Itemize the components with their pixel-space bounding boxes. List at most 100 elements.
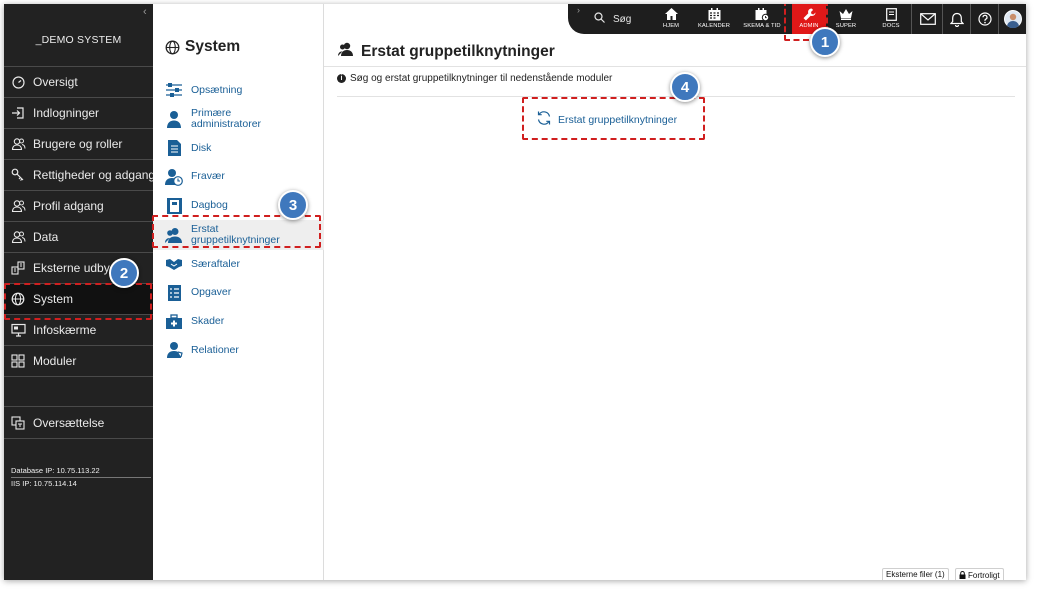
subnav-item-label: Skader: [191, 315, 225, 327]
sidebar-item-label: Data: [33, 230, 59, 244]
subnav-item-fravaer[interactable]: Fravær: [153, 162, 324, 191]
subnav-item-saeraftaler[interactable]: Særaftaler: [153, 250, 324, 278]
sidebar-item-label: Indlogninger: [33, 106, 100, 120]
help-icon[interactable]: [977, 11, 993, 27]
title-divider: [324, 66, 1026, 67]
dashboard-icon: [10, 75, 26, 89]
users-icon: [10, 137, 26, 151]
absence-icon: [165, 168, 183, 186]
topbar-divider: [970, 4, 971, 34]
subnav-item-label: Særaftaler: [191, 257, 241, 270]
topbar-divider: [942, 4, 943, 34]
topbar-divider: [998, 4, 999, 34]
info-text: Søg og erstat gruppetilknytninger til ne…: [350, 73, 613, 84]
sidebar-item-rettigheder-og-adgang[interactable]: Rettigheder og adgang: [4, 159, 153, 190]
sidebar-item-label: Brugere og roller: [33, 137, 123, 151]
confidential-button[interactable]: Fortroligt: [955, 568, 1004, 580]
modules-icon: [10, 354, 26, 368]
step-badge-4: 4: [670, 72, 700, 102]
subnav-item-label: Fravær: [191, 170, 225, 182]
sidebar-item-label: Infoskærme: [33, 323, 97, 337]
login-icon: [10, 106, 26, 120]
subnav-title: System: [165, 38, 240, 56]
confidential-label: Fortroligt: [968, 570, 1000, 580]
sidebar-item-label: Oversigt: [33, 75, 78, 89]
sidebar-item-label: Moduler: [33, 354, 77, 368]
sidebar-item-indlogninger[interactable]: Indlogninger: [4, 97, 153, 128]
nav-button-label: SUPER: [835, 23, 857, 29]
subnav-item-skader[interactable]: Skader: [153, 307, 324, 336]
subnav-item-relationer[interactable]: Relationer: [153, 336, 324, 364]
external-files-label: Eksterne filer (1): [886, 570, 945, 579]
sidebar-item-label: Oversættelse: [33, 415, 105, 430]
app-window: ‹ _DEMO SYSTEM Oversigt Indlogninger Bru…: [4, 4, 1026, 580]
nav-button-label: HJEM: [662, 23, 680, 29]
server-info: Database IP: 10.75.113.22 IIS IP: 10.75.…: [11, 466, 151, 489]
search-button[interactable]: Søg: [594, 12, 631, 26]
handshake-icon: [165, 255, 183, 273]
info-message: i Søg og erstat gruppetilknytninger til …: [337, 73, 612, 84]
sidebar-nav: Oversigt Indlogninger Brugere og roller …: [4, 66, 153, 439]
subnav-title-text: System: [185, 38, 241, 55]
avatar[interactable]: [1004, 10, 1022, 28]
docs-icon: [885, 7, 897, 21]
nav-button-label: KALENDER: [697, 23, 731, 29]
lock-icon: [959, 571, 966, 579]
subnav-item-label: Opgaver: [191, 286, 232, 298]
subnav-item-disk[interactable]: Disk: [153, 134, 324, 162]
sidebar-item-oversigt[interactable]: Oversigt: [4, 66, 153, 97]
nav-button-docs[interactable]: DOCS: [877, 6, 905, 34]
info-icon: i: [337, 74, 346, 83]
document-icon: [165, 139, 183, 157]
calendar-icon: [708, 7, 721, 21]
step-badge-1: 1: [810, 27, 840, 57]
nav-button-label: DOCS: [882, 23, 900, 29]
data-users-icon: [10, 230, 26, 244]
nav-button-super[interactable]: SUPER: [832, 6, 860, 34]
sidebar-item-brugere-og-roller[interactable]: Brugere og roller: [4, 128, 153, 159]
key-icon: [10, 168, 26, 182]
tasks-icon: [165, 284, 183, 302]
subnav-item-label: Relationer: [191, 343, 239, 356]
subnav-item-label: Primære administratorer: [191, 107, 262, 130]
external-files-button[interactable]: Eksterne filer (1): [882, 568, 949, 580]
sidebar-spacer: [4, 376, 153, 406]
step-badge-2: 2: [109, 258, 139, 288]
topbar-divider: [911, 4, 912, 34]
home-icon: [664, 7, 678, 21]
nav-button-hjem[interactable]: HJEM: [657, 6, 685, 34]
system-subnav: System Opsætning Primære administratorer…: [153, 4, 324, 580]
monitor-icon: [10, 323, 26, 337]
external-providers-icon: [10, 261, 26, 275]
nav-button-skema-tid[interactable]: SKEMA & TID: [738, 6, 786, 34]
search-label: Søg: [613, 13, 632, 25]
highlight-erstat-gruppetilknytninger: [152, 215, 321, 248]
mail-icon[interactable]: [920, 11, 936, 27]
translate-icon: [10, 415, 26, 430]
subnav-item-label: Disk: [191, 141, 212, 154]
highlight-system: [4, 283, 152, 320]
nav-button-kalender[interactable]: KALENDER: [694, 6, 734, 34]
globe-icon: [165, 40, 180, 55]
schedule-icon: [755, 7, 769, 21]
subnav-item-primaere-administratorer[interactable]: Primære administratorer: [153, 104, 324, 134]
sidebar-item-moduler[interactable]: Moduler: [4, 345, 153, 376]
subnav-item-opsaetning[interactable]: Opsætning: [153, 76, 324, 104]
relations-icon: [165, 341, 183, 359]
subnav-item-opgaver[interactable]: Opgaver: [153, 278, 324, 307]
sidebar-item-label: Profil adgang: [33, 199, 104, 213]
brand-name: _DEMO SYSTEM: [35, 34, 122, 46]
subnav-item-label: Opsætning: [191, 83, 243, 96]
highlight-replace-link: [522, 97, 705, 140]
sidebar-item-data[interactable]: Data: [4, 221, 153, 252]
first-aid-icon: [165, 313, 183, 331]
step-badge-3: 3: [278, 190, 308, 220]
crown-icon: [839, 7, 853, 21]
sidebar-item-oversaettelse[interactable]: Oversættelse: [4, 406, 153, 438]
sidebar-item-profil-adgang[interactable]: Profil adgang: [4, 190, 153, 221]
expand-topbar-icon[interactable]: ›: [577, 5, 580, 15]
collapse-sidebar-icon[interactable]: ‹: [143, 6, 147, 18]
diary-icon: [165, 197, 183, 215]
bell-icon[interactable]: [949, 11, 965, 27]
page-title-text: Erstat gruppetilknytninger: [361, 42, 555, 60]
